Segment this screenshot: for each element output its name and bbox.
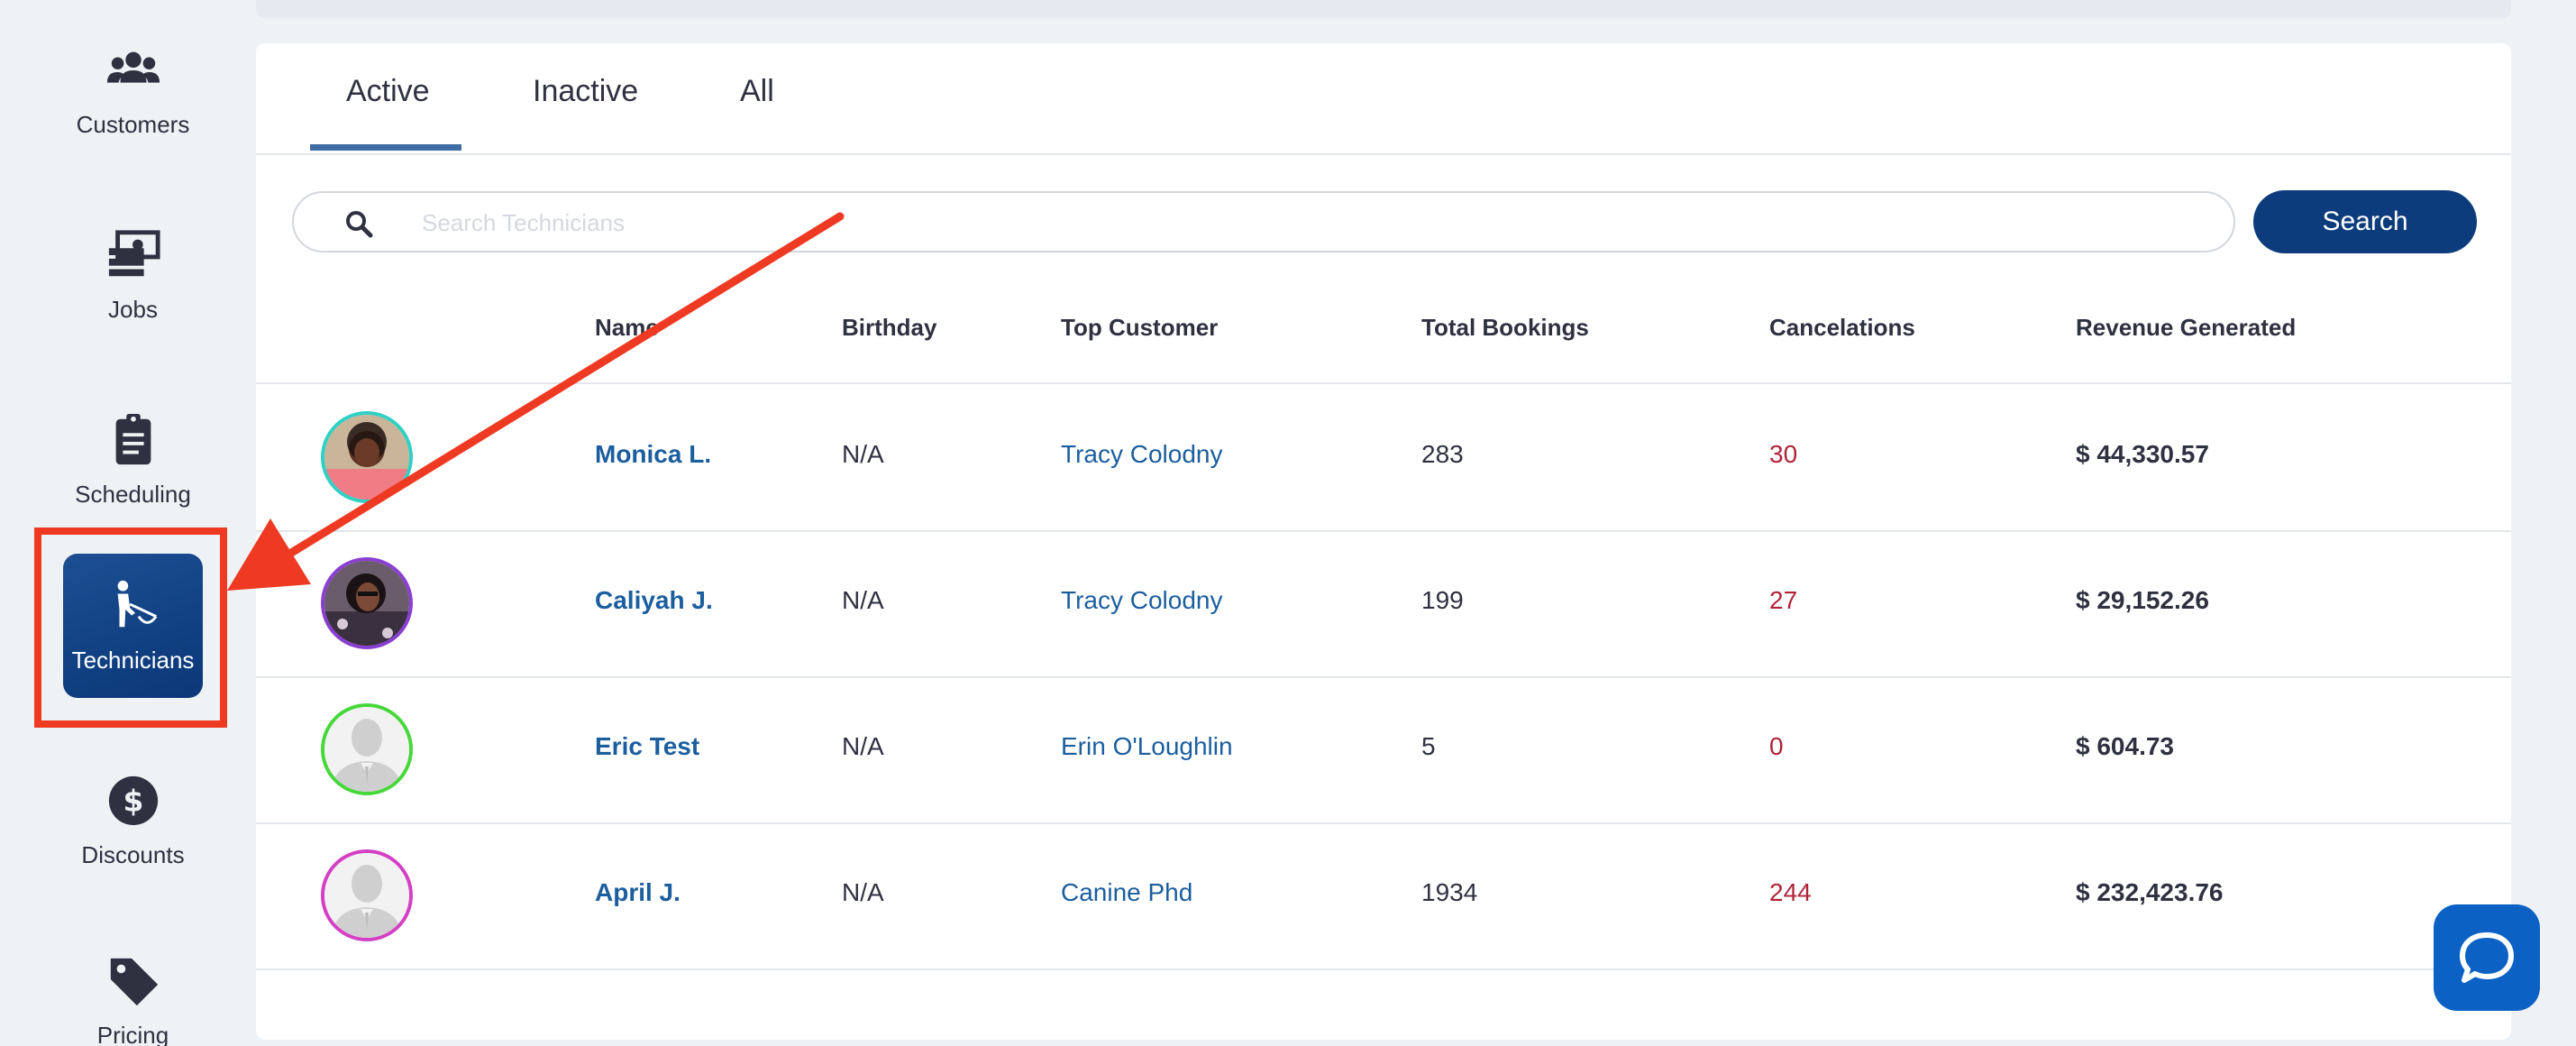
avatar[interactable] <box>321 557 413 649</box>
sidebar-item-pricing[interactable]: Pricing <box>63 929 203 1046</box>
sidebar: Customers Jobs Scheduling Technicians $ … <box>0 0 261 1046</box>
cancelations-value: 30 <box>1769 440 1798 468</box>
table-row[interactable]: April J. N/A Canine Phd 1934 244 $ 232,4… <box>256 822 2511 970</box>
avatar-placeholder-icon <box>324 707 409 792</box>
column-header-cancelations[interactable]: Cancelations <box>1769 314 1915 342</box>
search-icon <box>346 211 373 238</box>
sidebar-item-customers[interactable]: Customers <box>63 18 203 162</box>
technician-name-link[interactable]: Caliyah J. <box>595 586 713 615</box>
table-row[interactable]: Eric Test N/A Erin O'Loughlin 5 0 $ 604.… <box>256 676 2511 824</box>
avatar[interactable] <box>321 849 413 941</box>
revenue-value: $ 44,330.57 <box>2076 440 2209 468</box>
sidebar-item-jobs[interactable]: Jobs <box>63 203 203 347</box>
tab-bar: Active Inactive All <box>256 43 2511 155</box>
top-customer-link[interactable]: Erin O'Loughlin <box>1061 732 1233 761</box>
search-input[interactable] <box>420 204 2136 242</box>
dollar-circle-icon: $ <box>108 775 158 825</box>
avatar-photo <box>324 561 409 646</box>
sidebar-item-label: Pricing <box>96 1021 169 1046</box>
revenue-value: $ 29,152.26 <box>2076 586 2209 614</box>
active-tab-indicator <box>310 144 461 151</box>
top-customer-link[interactable]: Tracy Colodny <box>1061 440 1222 469</box>
sidebar-item-label: Discounts <box>81 840 185 868</box>
table-row[interactable]: Monica L. N/A Tracy Colodny 283 30 $ 44,… <box>256 384 2511 532</box>
clipboard-icon <box>115 413 151 464</box>
birthday-value: N/A <box>842 586 884 614</box>
chat-button[interactable] <box>2434 904 2540 1011</box>
search-button[interactable]: Search <box>2253 190 2477 253</box>
birthday-value: N/A <box>842 440 884 468</box>
total-bookings-value: 1934 <box>1421 878 1478 906</box>
top-customer-link[interactable]: Canine Phd <box>1061 878 1192 907</box>
total-bookings-value: 283 <box>1421 440 1464 468</box>
table-row[interactable]: Caliyah J. N/A Tracy Colodny 199 27 $ 29… <box>256 530 2511 678</box>
table-header: Name Birthday Top Customer Total Booking… <box>256 314 2511 384</box>
technicians-panel: Active Inactive All Search Name Birthday… <box>256 43 2511 1040</box>
top-strip <box>256 0 2511 18</box>
search-field <box>292 191 2235 252</box>
technician-name-link[interactable]: Eric Test <box>595 732 699 761</box>
birthday-value: N/A <box>842 732 884 760</box>
chat-bubble-icon <box>2460 932 2514 983</box>
avatar[interactable] <box>321 411 413 503</box>
users-icon <box>106 51 160 83</box>
revenue-value: $ 604.73 <box>2076 732 2174 760</box>
total-bookings-value: 5 <box>1421 732 1436 760</box>
sidebar-item-label: Customers <box>76 110 190 138</box>
column-header-birthday[interactable]: Birthday <box>842 314 936 342</box>
annotation-highlight-box <box>34 528 227 728</box>
technician-name-link[interactable]: April J. <box>595 878 681 907</box>
cancelations-value: 0 <box>1769 732 1784 760</box>
column-header-revenue[interactable]: Revenue Generated <box>2076 314 2296 342</box>
revenue-value: $ 232,423.76 <box>2076 878 2224 906</box>
tab-active[interactable]: Active <box>346 74 430 109</box>
price-tag-icon <box>110 958 158 1005</box>
avatar-placeholder-icon <box>324 853 409 938</box>
column-header-top-customer[interactable]: Top Customer <box>1061 314 1218 342</box>
column-header-total-bookings[interactable]: Total Bookings <box>1421 314 1589 342</box>
sidebar-item-discounts[interactable]: $ Discounts <box>63 748 203 893</box>
svg-text:$: $ <box>123 783 143 818</box>
money-stack-icon <box>108 229 160 276</box>
cancelations-value: 27 <box>1769 586 1798 614</box>
cancelations-value: 244 <box>1769 878 1812 906</box>
sidebar-item-label: Scheduling <box>75 480 191 508</box>
top-customer-link[interactable]: Tracy Colodny <box>1061 586 1222 615</box>
tab-inactive[interactable]: Inactive <box>533 74 638 109</box>
total-bookings-value: 199 <box>1421 586 1464 614</box>
sidebar-item-scheduling[interactable]: Scheduling <box>63 388 203 532</box>
sidebar-item-label: Jobs <box>108 295 158 323</box>
avatar-photo <box>324 415 409 500</box>
avatar[interactable] <box>321 703 413 795</box>
technician-name-link[interactable]: Monica L. <box>595 440 711 469</box>
birthday-value: N/A <box>842 878 884 906</box>
column-header-name[interactable]: Name <box>595 314 659 342</box>
tab-all[interactable]: All <box>740 74 774 109</box>
